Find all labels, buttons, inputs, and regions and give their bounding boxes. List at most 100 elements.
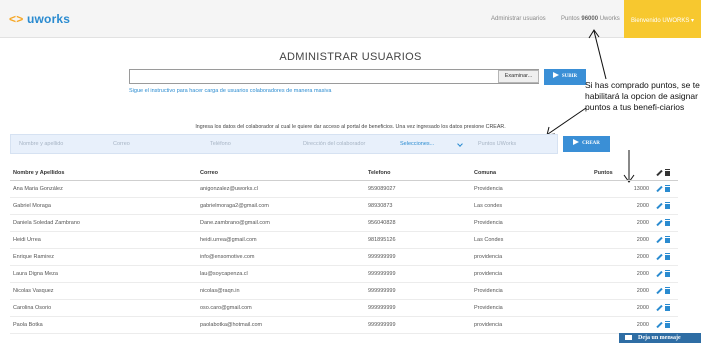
delete-trash-icon[interactable] [665, 270, 670, 277]
cell-points: 13000 [633, 186, 649, 192]
cell-comuna: Providencia [474, 186, 503, 192]
row-actions [656, 266, 670, 282]
cell-points: 2000 [636, 237, 649, 243]
points-suffix: Uworks [599, 16, 620, 22]
cell-points: 2000 [636, 271, 649, 277]
upload-button-label: SUBIR [561, 74, 578, 79]
send-icon [573, 139, 580, 145]
edit-pencil-icon[interactable] [656, 219, 663, 226]
table-header: Nombre y Apellidos Correo Telefono Comun… [10, 166, 678, 181]
table-row: Nicolas Vasquez nicolas@raqn.in 99999999… [10, 283, 678, 300]
cell-phone: 981895126 [368, 237, 396, 243]
edit-pencil-icon[interactable] [656, 185, 663, 192]
info-text: Ingresa los datos del colaborador al cua… [195, 124, 506, 130]
logo-bracket: <> [9, 12, 24, 26]
delete-trash-icon[interactable] [665, 253, 670, 260]
file-input[interactable] [129, 69, 539, 84]
cell-points: 2000 [636, 254, 649, 260]
cell-name: Nicolas Vasquez [13, 288, 54, 294]
cell-phone: 999999999 [368, 254, 396, 260]
row-actions [656, 283, 670, 299]
cell-name: Laura Digna Meza [13, 271, 58, 277]
row-actions [656, 317, 670, 333]
header-phone: Telefono [368, 170, 391, 176]
browse-button[interactable]: Examinar... [498, 70, 539, 83]
cell-comuna: Las condes [474, 203, 503, 209]
cell-name: Ana Maria González [13, 186, 63, 192]
instructions-link[interactable]: Sigue el instructivo para hacer carga de… [129, 88, 331, 94]
delete-trash-icon[interactable] [665, 304, 670, 311]
arrow-to-points-input [547, 107, 587, 135]
delete-trash-icon[interactable] [665, 321, 670, 328]
cell-email: info@ensomotive.com [200, 254, 255, 260]
table-row: Paola Botka paolabotka@hotmail.com 99999… [10, 317, 678, 334]
cell-name: Paola Botka [13, 322, 43, 328]
upload-button[interactable]: SUBIR [544, 69, 586, 85]
edit-pencil-icon[interactable] [656, 321, 663, 328]
points-input[interactable]: Puntos UWorks [478, 135, 516, 153]
cell-phone: 999999999 [368, 288, 396, 294]
top-bar: <> uworks Administrar usuarios Puntos 96… [0, 0, 701, 38]
cell-phone: 999999999 [368, 322, 396, 328]
cell-phone: 999999999 [368, 271, 396, 277]
points-label: Puntos [561, 16, 580, 22]
delete-trash-icon[interactable] [665, 185, 670, 192]
cell-email: anigonzalez@uworks.cl [200, 186, 258, 192]
cell-email: oso.caro@gmail.com [200, 305, 252, 311]
create-button-label: CREAR [582, 141, 600, 146]
table-row: Enrique Ramirez info@ensomotive.com 9999… [10, 249, 678, 266]
user-menu-button[interactable]: Bienvenido UWORKS ▾ [624, 0, 701, 38]
row-actions [656, 300, 670, 316]
email-input[interactable]: Correo [113, 135, 130, 153]
cell-phone: 98930873 [368, 203, 393, 209]
edit-pencil-icon[interactable] [656, 202, 663, 209]
create-button[interactable]: CREAR [563, 136, 610, 152]
cell-comuna: providencia [474, 322, 503, 328]
row-actions [656, 215, 670, 231]
table-row: Carolina Osorio oso.caro@gmail.com 99999… [10, 300, 678, 317]
delete-trash-icon[interactable] [665, 202, 670, 209]
trash-icon [665, 169, 670, 176]
table-row: Daniela Soledad Zambrano Dane.zambrano@g… [10, 215, 678, 232]
logo-text: uworks [26, 12, 71, 26]
header-email: Correo [200, 170, 219, 176]
header-actions [656, 166, 670, 181]
page-title: ADMINISTRAR USUARIOS [279, 51, 422, 63]
logo[interactable]: <> uworks [9, 12, 70, 26]
address-input[interactable]: Dirección del colaborador [303, 135, 365, 153]
points-balance: Puntos 96000 Uworks [561, 16, 620, 22]
table-row: Heidi Urrea heidi.urrea@gmail.com 981895… [10, 232, 678, 249]
row-actions [656, 198, 670, 214]
cell-points: 2000 [636, 322, 649, 328]
comuna-select[interactable]: Selecciones... [400, 135, 434, 153]
edit-pencil-icon[interactable] [656, 287, 663, 294]
table-row: Laura Digna Meza lau@soycapenza.cl 99999… [10, 266, 678, 283]
header-name: Nombre y Apellidos [13, 170, 65, 176]
edit-pencil-icon[interactable] [656, 304, 663, 311]
phone-input[interactable]: Teléfono [210, 135, 231, 153]
table-row: Gabriel Moraga gabrielmoraga2@gmail.com … [10, 198, 678, 215]
cell-points: 2000 [636, 203, 649, 209]
cell-name: Daniela Soledad Zambrano [13, 220, 80, 226]
cell-name: Enrique Ramirez [13, 254, 54, 260]
edit-pencil-icon[interactable] [656, 270, 663, 277]
pencil-icon [656, 169, 663, 176]
cell-email: lau@soycapenza.cl [200, 271, 248, 277]
chat-label: Deja un mensaje [638, 335, 681, 341]
edit-pencil-icon[interactable] [656, 236, 663, 243]
cell-comuna: Providencia [474, 305, 503, 311]
cell-comuna: Providencia [474, 288, 503, 294]
nav-admin-users-link[interactable]: Administrar usuarios [491, 16, 546, 22]
delete-trash-icon[interactable] [665, 236, 670, 243]
chevron-down-icon [457, 141, 463, 147]
chat-button[interactable]: Deja un mensaje [619, 333, 701, 343]
delete-trash-icon[interactable] [665, 219, 670, 226]
table-row: Ana Maria González anigonzalez@uworks.cl… [10, 181, 678, 198]
cell-phone: 999999999 [368, 305, 396, 311]
cell-email: Dane.zambrano@gmail.com [200, 220, 270, 226]
cell-email: gabrielmoraga2@gmail.com [200, 203, 269, 209]
row-actions [656, 249, 670, 265]
edit-pencil-icon[interactable] [656, 253, 663, 260]
delete-trash-icon[interactable] [665, 287, 670, 294]
name-input[interactable]: Nombre y apellido [19, 135, 63, 153]
